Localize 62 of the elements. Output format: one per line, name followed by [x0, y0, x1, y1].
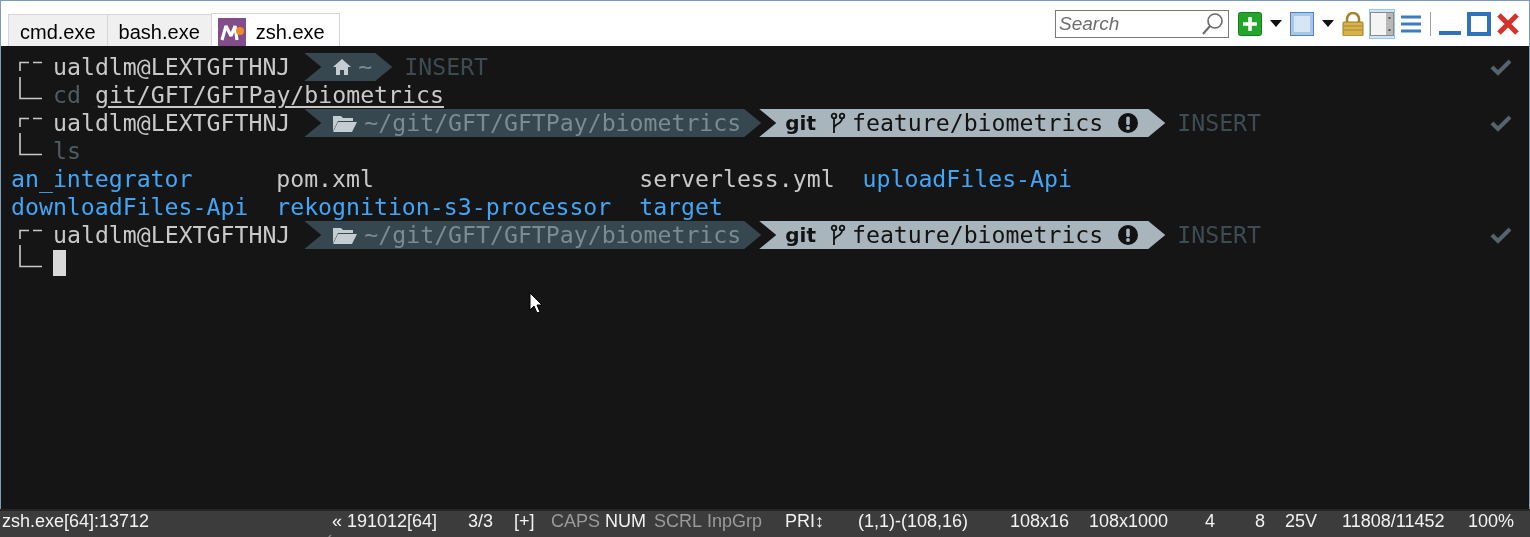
file-name: serverless.yml — [639, 165, 835, 192]
menu-icon — [1400, 13, 1422, 34]
git-label: git — [785, 223, 816, 247]
directory-name: rekognition-s3-processor — [276, 193, 612, 220]
panel-icon — [1370, 11, 1394, 36]
file-name: pom.xml — [276, 165, 374, 192]
maximize-icon — [1467, 11, 1491, 36]
branch-icon — [830, 224, 846, 246]
status-item: CAPS — [551, 511, 601, 531]
branch-name: feature/biometrics — [852, 109, 1104, 137]
new-console-icon — [1238, 11, 1262, 36]
branch-icon — [830, 112, 846, 134]
path-text: ~/git/GFT/GFTPay/biometrics — [364, 221, 742, 249]
status-item: « 191012[64] — [332, 511, 438, 531]
status-item: SCRL — [654, 511, 702, 531]
status-item: 108x16 — [1010, 511, 1070, 531]
folder-icon — [332, 113, 359, 133]
caret-icon — [1322, 20, 1334, 27]
command-argument: git/GFT/GFTPay/biometrics — [94, 81, 444, 109]
tab[interactable]: cmd.exe — [8, 14, 108, 46]
git-label: git — [785, 111, 816, 135]
status-item: 100% — [1468, 511, 1515, 531]
status-item: 25V — [1285, 511, 1318, 531]
prompt-user: ualdlm@LEXTGFTHNJ — [53, 221, 291, 249]
status-item: 11808/11452 — [1342, 511, 1445, 531]
caret-icon — [1270, 20, 1282, 27]
prompt-user: ualdlm@LEXTGFTHNJ — [53, 109, 291, 137]
lock-icon — [1342, 11, 1364, 36]
folder-icon — [332, 225, 359, 245]
directory-name: uploadFiles-Api — [862, 165, 1072, 192]
status-item: [+] — [514, 511, 535, 531]
status-item: PRI↕ — [785, 511, 824, 531]
panel-button[interactable] — [1369, 8, 1395, 39]
mode-indicator: INSERT — [1177, 221, 1262, 249]
mode-indicator: INSERT — [404, 53, 489, 81]
status-item: 8 — [1255, 511, 1265, 531]
status-item: 3/3 — [468, 511, 494, 531]
command: cd — [53, 81, 81, 109]
path-text: ~ — [358, 53, 373, 81]
search-icon — [1200, 11, 1226, 36]
tab[interactable]: bash.exe — [106, 14, 212, 46]
minimize-icon — [1439, 30, 1461, 35]
close-icon — [1497, 12, 1519, 35]
process-info: zsh.exe[64]:13712 — [2, 511, 150, 531]
status-item: InpGrp — [707, 511, 763, 531]
tab[interactable]: zsh.exe — [210, 13, 340, 46]
console-icon — [1290, 11, 1314, 36]
branch-name: feature/biometrics — [852, 221, 1104, 249]
directory-name: target — [639, 193, 723, 220]
prompt-user: ualdlm@LEXTGFTHNJ — [53, 53, 291, 81]
search-field[interactable]: Search — [1055, 9, 1229, 38]
status-item: 4 — [1205, 511, 1215, 531]
mode-indicator: INSERT — [1177, 109, 1262, 137]
home-icon — [332, 58, 353, 76]
path-text: ~/git/GFT/GFTPay/biometrics — [364, 109, 742, 137]
status-item: (1,1)-(108,16) — [858, 511, 969, 531]
directory-name: an_integrator — [11, 165, 193, 192]
status-item: 108x1000 — [1089, 511, 1169, 531]
status-item: NUM — [605, 511, 646, 531]
command: ls — [53, 137, 81, 165]
mouse-pointer-icon — [529, 292, 543, 314]
directory-name: downloadFiles-Api — [11, 193, 249, 220]
